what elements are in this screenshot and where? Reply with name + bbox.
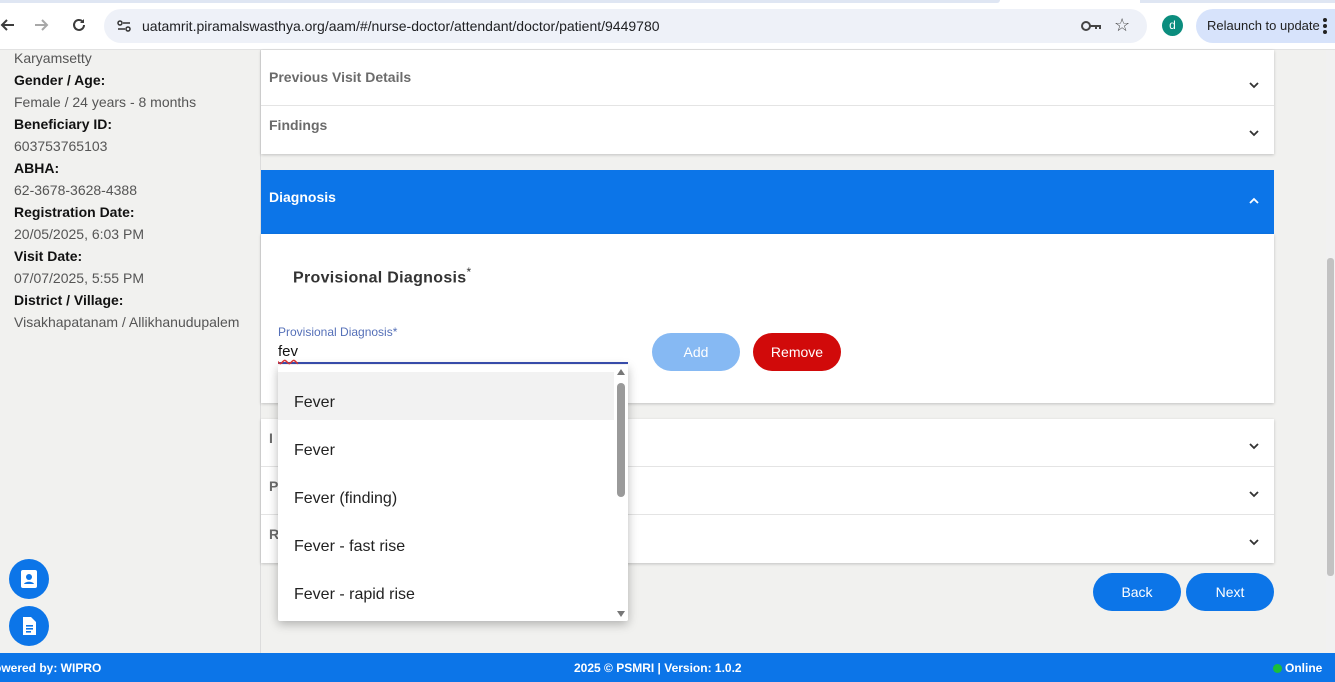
district-village-value: Visakhapatanam / Allikhanudupalem <box>14 314 240 330</box>
chevron-down-icon[interactable] <box>1248 79 1260 91</box>
back-button[interactable]: Back <box>1093 573 1181 611</box>
previous-visit-header[interactable]: Previous Visit Details <box>269 69 411 85</box>
district-village-label: District / Village: <box>14 292 124 308</box>
url-text[interactable]: uatamrit.piramalswasthya.org/aam/#/nurse… <box>142 18 660 34</box>
document-icon <box>23 617 36 635</box>
footer: owered by: WIPRO 2025 © PSMRI | Version:… <box>0 653 1335 682</box>
chevron-down-icon[interactable] <box>1248 536 1260 548</box>
scroll-up-arrow-icon[interactable] <box>617 369 625 375</box>
provisional-diagnosis-label: Provisional Diagnosis* <box>278 325 398 339</box>
patient-sidebar: Karyamsetty Gender / Age: Female / 24 ye… <box>0 50 261 653</box>
password-key-icon[interactable] <box>1080 17 1102 35</box>
scroll-down-arrow-icon[interactable] <box>617 611 625 617</box>
chevron-down-icon[interactable] <box>1248 488 1260 500</box>
relaunch-button[interactable]: Relaunch to update <box>1196 9 1335 43</box>
suggestion-option[interactable]: Fever <box>278 372 614 420</box>
patient-profile-button[interactable] <box>9 559 49 599</box>
forward-arrow-icon[interactable] <box>31 14 53 36</box>
scrollbar-thumb[interactable] <box>617 383 625 497</box>
registration-date-label: Registration Date: <box>14 204 135 220</box>
page-scrollbar-thumb[interactable] <box>1327 258 1334 576</box>
remove-button[interactable]: Remove <box>753 333 841 371</box>
site-settings-icon[interactable] <box>116 18 132 34</box>
gender-age-value: Female / 24 years - 8 months <box>14 94 197 110</box>
diagnosis-suggestions-dropdown: Fever Fever Fever (finding) Fever - fast… <box>278 365 628 621</box>
add-button[interactable]: Add <box>652 333 740 371</box>
abha-value: 62-3678-3628-4388 <box>14 182 137 198</box>
abha-label: ABHA: <box>14 160 60 176</box>
accordion-item-1-header[interactable]: I <box>269 430 273 446</box>
divider <box>261 105 1274 106</box>
visit-date-value: 07/07/2025, 5:55 PM <box>14 270 144 286</box>
accordion-top-panel: Previous Visit Details Findings <box>261 50 1274 154</box>
reload-icon[interactable] <box>68 14 90 36</box>
dropdown-scrollbar[interactable] <box>614 365 628 621</box>
section-title-text: Provisional Diagnosis <box>293 269 467 287</box>
page-scrollbar[interactable] <box>1326 50 1335 653</box>
browser-toolbar: uatamrit.piramalswasthya.org/aam/#/nurse… <box>0 0 1335 50</box>
diagnosis-title: Diagnosis <box>269 189 336 205</box>
chevron-down-icon[interactable] <box>1248 440 1260 452</box>
beneficiary-id-label: Beneficiary ID: <box>14 116 113 132</box>
beneficiary-id-value: 603753765103 <box>14 138 108 154</box>
patient-name-tail: Karyamsetty <box>14 50 92 66</box>
back-arrow-icon[interactable] <box>0 14 18 36</box>
address-bar[interactable]: uatamrit.piramalswasthya.org/aam/#/nurse… <box>104 9 1147 43</box>
suggestion-option[interactable]: Fever - fast rise <box>278 516 614 564</box>
case-sheet-button[interactable] <box>9 606 49 646</box>
tab-strip <box>0 0 1000 3</box>
version-text: 2025 © PSMRI | Version: 1.0.2 <box>574 661 742 675</box>
provisional-diagnosis-input[interactable]: fev <box>278 340 628 364</box>
profile-avatar[interactable]: d <box>1162 15 1183 36</box>
visit-date-label: Visit Date: <box>14 248 83 264</box>
menu-kebab-icon[interactable] <box>1323 18 1327 34</box>
contact-card-icon <box>21 570 37 588</box>
required-mark: * <box>466 265 472 279</box>
online-status-icon <box>1273 663 1282 673</box>
bookmark-star-icon[interactable]: ☆ <box>1114 15 1130 36</box>
powered-by-text: owered by: WIPRO <box>0 661 102 675</box>
suggestion-option[interactable]: Fever <box>278 420 614 468</box>
findings-header[interactable]: Findings <box>269 117 327 133</box>
suggestion-option[interactable]: Fever - rapid rise <box>278 564 614 612</box>
typed-text: fev <box>278 343 299 360</box>
connection-status: Online <box>1273 661 1322 675</box>
gender-age-label: Gender / Age: <box>14 72 106 88</box>
registration-date-value: 20/05/2025, 6:03 PM <box>14 226 144 242</box>
relaunch-label: Relaunch to update <box>1207 18 1320 33</box>
provisional-diagnosis-title: Provisional Diagnosis* <box>293 265 471 287</box>
accordion-item-2-header[interactable]: P <box>269 478 278 494</box>
next-button[interactable]: Next <box>1186 573 1274 611</box>
chevron-up-icon[interactable] <box>1248 195 1260 207</box>
status-text: Online <box>1285 661 1323 675</box>
chevron-down-icon[interactable] <box>1248 127 1260 139</box>
tab-strip-right <box>1140 0 1335 3</box>
suggestion-option[interactable]: Fever (finding) <box>278 468 614 516</box>
diagnosis-header[interactable]: Diagnosis <box>261 170 1274 234</box>
